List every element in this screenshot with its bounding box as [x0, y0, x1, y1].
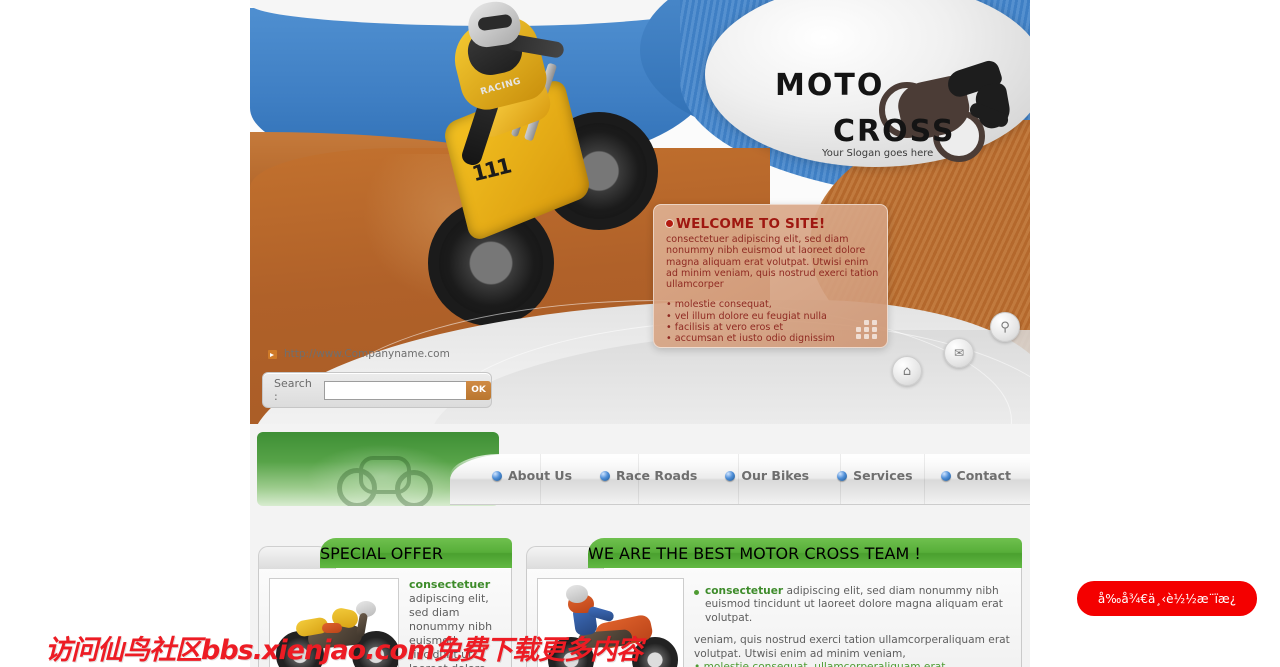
nav-item-contact[interactable]: Contact	[927, 468, 1025, 483]
motocross-rider-photo: RACING 111	[360, 0, 658, 334]
hero-banner: RACING 111 MOTO CROSS Your Slogan goes h…	[250, 0, 1030, 424]
search-bar: Search : OK	[262, 372, 492, 408]
nav-bullet-icon	[940, 470, 951, 481]
watermark-text: 访问仙鸟社区bbs.xienjao.com免费下载更多内容	[45, 635, 643, 666]
team-title-bar: WE ARE THE BEST MOTOR CROSS TEAM !	[588, 538, 1022, 568]
team-lead: consectetuer	[705, 585, 784, 597]
nav-label: Contact	[956, 468, 1011, 483]
team-lead-item: consectetuer adipiscing elit, sed diam n…	[694, 585, 1011, 625]
welcome-bullet-list: • molestie consequat, • vel illum dolore…	[654, 299, 887, 344]
nav-label: Race Roads	[616, 468, 698, 483]
nav-label: Services	[853, 468, 913, 483]
logo-text-line-1: MOTO	[775, 68, 885, 103]
nav-bullet-icon	[837, 470, 848, 481]
special-offer-lead: consectetuer	[409, 578, 491, 591]
search-label: Search :	[274, 377, 312, 403]
nav-bullet-icon	[725, 470, 736, 481]
logo-text-line-2: CROSS	[833, 114, 956, 149]
welcome-list-item: • accumsan et iusto odio dignissim	[666, 333, 835, 345]
team-header: WE ARE THE BEST MOTOR CROSS TEAM !	[526, 538, 1022, 569]
navigation-area: About Us Race Roads Our Bikes Services C…	[250, 424, 1030, 520]
special-offer-title: SPECIAL OFFER	[320, 543, 443, 563]
nav-bullet-icon	[492, 470, 502, 481]
home-icon[interactable]: ⌂	[892, 356, 922, 386]
arrow-bullet-icon	[268, 349, 277, 359]
company-url-row[interactable]: http://www.Companyname.com	[268, 348, 450, 360]
special-offer-title-bar: SPECIAL OFFER	[320, 538, 512, 568]
nav-item-race-roads[interactable]: Race Roads	[586, 468, 711, 483]
nav-item-about-us[interactable]: About Us	[478, 468, 586, 483]
welcome-bullet-icon	[666, 220, 673, 227]
welcome-heading: WELCOME TO SITE!	[676, 216, 826, 232]
nav-item-our-bikes[interactable]: Our Bikes	[711, 468, 823, 483]
watermark-download-button[interactable]: å‰å¾€ä¸‹è½½æ¨ïæ¿	[1077, 581, 1257, 616]
team-bullet-line: • molestie consequat, ullamcorperaliquam…	[694, 661, 1011, 667]
nav-label: Our Bikes	[741, 468, 810, 483]
search-submit-button[interactable]: OK	[466, 380, 491, 400]
decorative-dots	[856, 320, 878, 339]
logo-slogan: Your Slogan goes here	[822, 148, 934, 159]
nav-item-services[interactable]: Services	[823, 468, 926, 483]
welcome-list-item: • vel illum dolore eu feugiat nulla	[666, 310, 827, 322]
team-paragraph-2: veniam, quis nostrud exerci tation ullam…	[694, 634, 1010, 660]
welcome-list-item: • facilisis at vero eros et	[666, 322, 784, 334]
welcome-body-text: consectetuer adipiscing elit, sed diam n…	[666, 234, 879, 291]
welcome-box: WELCOME TO SITE! consectetuer adipiscing…	[653, 204, 888, 348]
banner-bike-watermark	[333, 450, 453, 506]
nav-item-list: About Us Race Roads Our Bikes Services C…	[478, 468, 1025, 483]
main-navigation-bar: About Us Race Roads Our Bikes Services C…	[450, 454, 1030, 505]
site-logo[interactable]: MOTO CROSS Your Slogan goes here	[775, 58, 1015, 168]
website-page: RACING 111 MOTO CROSS Your Slogan goes h…	[250, 0, 1030, 667]
search-input[interactable]	[324, 380, 467, 400]
team-title: WE ARE THE BEST MOTOR CROSS TEAM !	[588, 543, 921, 563]
team-paragraph-1: consectetuer adipiscing elit, sed diam n…	[705, 585, 1011, 625]
company-url-text[interactable]: http://www.Companyname.com	[284, 348, 450, 360]
welcome-list-item: • molestie consequat,	[666, 299, 772, 311]
nav-label: About Us	[508, 468, 573, 483]
mail-icon[interactable]: ✉	[944, 338, 974, 368]
nav-bullet-icon	[600, 470, 611, 481]
team-copy: consectetuer adipiscing elit, sed diam n…	[694, 578, 1011, 667]
search-icon[interactable]: ⚲	[990, 312, 1020, 342]
special-offer-header: SPECIAL OFFER	[258, 538, 512, 569]
